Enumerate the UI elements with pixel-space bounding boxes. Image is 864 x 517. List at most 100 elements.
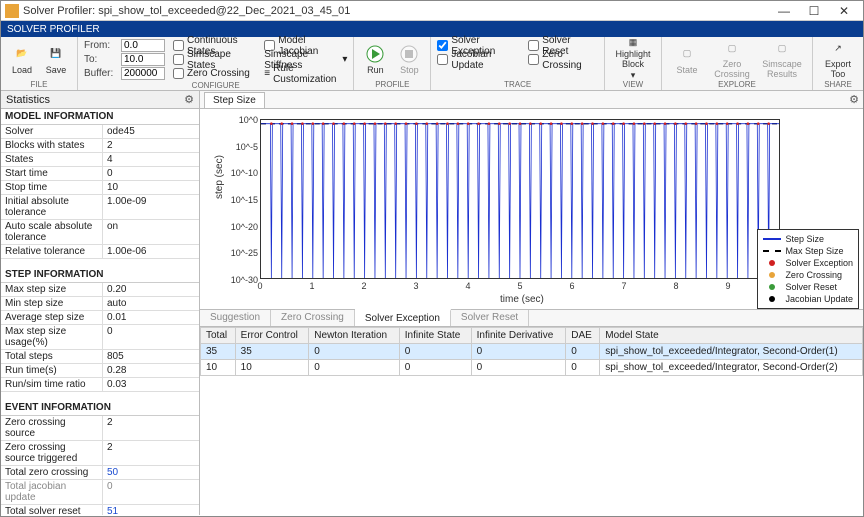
from-input[interactable] bbox=[121, 39, 165, 52]
table-cell: 35 bbox=[235, 344, 309, 360]
tab-step-size[interactable]: Step Size bbox=[204, 92, 265, 108]
continuous-states-checkbox[interactable] bbox=[173, 40, 184, 51]
stat-row[interactable]: Average step size0.01 bbox=[1, 311, 199, 325]
stat-row[interactable]: Total zero crossing50 bbox=[1, 466, 199, 480]
simscape-results-button[interactable]: ▢Simscape Results bbox=[758, 39, 806, 79]
load-button[interactable]: 📂 Load bbox=[7, 39, 37, 79]
ribbon-group-trace: Solver Exception Jacobian Update Solver … bbox=[431, 37, 605, 90]
gear-icon[interactable]: ⚙ bbox=[849, 93, 859, 106]
trace-zero-crossing-checkbox[interactable] bbox=[528, 54, 539, 65]
stat-key: Zero crossing source triggered bbox=[1, 441, 103, 465]
stat-value: 1.00e-06 bbox=[103, 245, 199, 258]
run-button[interactable]: Run bbox=[360, 39, 390, 79]
stat-row[interactable]: Blocks with states2 bbox=[1, 139, 199, 153]
table-header[interactable]: Newton Iteration bbox=[309, 328, 399, 344]
chart-xtick: 9 bbox=[718, 281, 738, 291]
trace-zero-crossing-label: Zero Crossing bbox=[542, 49, 598, 71]
stat-row[interactable]: Zero crossing source triggered2 bbox=[1, 441, 199, 466]
stop-button[interactable]: Stop bbox=[394, 39, 424, 79]
table-header[interactable]: Model State bbox=[600, 328, 863, 344]
minimize-button[interactable]: — bbox=[769, 2, 799, 20]
table-cell: 0 bbox=[309, 360, 399, 376]
stat-key: Stop time bbox=[1, 181, 103, 194]
stat-row[interactable]: Min step sizeauto bbox=[1, 297, 199, 311]
stat-row[interactable]: States4 bbox=[1, 153, 199, 167]
stat-value[interactable]: 50 bbox=[103, 466, 199, 479]
trace-solver-exception-checkbox[interactable] bbox=[437, 40, 448, 51]
table-row[interactable]: 35350000spi_show_tol_exceeded/Integrator… bbox=[201, 344, 863, 360]
highlight-block-button[interactable]: ▦ Highlight Block ▾ bbox=[611, 39, 655, 79]
statistics-body[interactable]: MODEL INFORMATIONSolverode45Blocks with … bbox=[1, 109, 199, 515]
zero-crossing-explore-button[interactable]: ▢Zero Crossing bbox=[710, 39, 754, 79]
export-icon: ↗ bbox=[828, 39, 848, 58]
stat-row[interactable]: Run/sim time ratio0.03 bbox=[1, 378, 199, 392]
to-input[interactable] bbox=[121, 53, 165, 66]
ribbon-group-configure: From: To: Buffer: Continuous States Sims… bbox=[78, 37, 354, 90]
exception-tab[interactable]: Suggestion bbox=[200, 310, 271, 326]
right-pane: Step Size ⚙ step (sec) time (sec) 10^010… bbox=[200, 91, 863, 515]
exception-tab[interactable]: Solver Reset bbox=[451, 310, 529, 326]
state-button[interactable]: ▢State bbox=[668, 39, 706, 79]
group-label-trace: TRACE bbox=[437, 80, 598, 89]
stat-row[interactable]: Initial absolute tolerance1.00e-09 bbox=[1, 195, 199, 220]
table-header[interactable]: DAE bbox=[566, 328, 600, 344]
stat-row[interactable]: Total solver reset51 bbox=[1, 505, 199, 515]
stat-row[interactable]: Relative tolerance1.00e-06 bbox=[1, 245, 199, 259]
stat-key: Max step size usage(%) bbox=[1, 325, 103, 349]
exception-tab[interactable]: Solver Exception bbox=[355, 309, 451, 326]
ribbon-group-profile: Run Stop PROFILE bbox=[354, 37, 431, 90]
simscape-states-checkbox[interactable] bbox=[173, 54, 184, 65]
zero-crossing-label: Zero Crossing bbox=[187, 68, 250, 79]
buffer-input[interactable] bbox=[121, 67, 165, 80]
table-row[interactable]: 10100000spi_show_tol_exceeded/Integrator… bbox=[201, 360, 863, 376]
highlight-icon: ▦ bbox=[623, 37, 643, 48]
main-area: Statistics ⚙ MODEL INFORMATIONSolverode4… bbox=[1, 91, 863, 515]
ribbon-tab[interactable]: SOLVER PROFILER bbox=[7, 24, 100, 35]
trace-solver-reset-checkbox[interactable] bbox=[528, 40, 539, 51]
stat-row[interactable]: Total jacobian update0 bbox=[1, 480, 199, 505]
stat-key: Start time bbox=[1, 167, 103, 180]
group-label-file: FILE bbox=[7, 80, 71, 89]
rule-customization-icon: ≡ bbox=[264, 68, 270, 79]
stat-row[interactable]: Auto scale absolute toleranceon bbox=[1, 220, 199, 245]
stat-row[interactable]: Max step size0.20 bbox=[1, 283, 199, 297]
exception-table[interactable]: TotalError ControlNewton IterationInfini… bbox=[200, 327, 863, 376]
save-button[interactable]: 💾 Save bbox=[41, 39, 71, 79]
highlight-label: Highlight Block bbox=[611, 49, 655, 69]
table-header[interactable]: Total bbox=[201, 328, 236, 344]
stat-row[interactable]: Total steps805 bbox=[1, 350, 199, 364]
chart-xtick: 6 bbox=[562, 281, 582, 291]
stop-icon bbox=[399, 44, 419, 64]
stat-value: ode45 bbox=[103, 125, 199, 138]
stat-value: 2 bbox=[103, 416, 199, 440]
gear-icon[interactable]: ⚙ bbox=[184, 93, 194, 106]
stat-row[interactable]: Zero crossing source2 bbox=[1, 416, 199, 441]
table-cell: 0 bbox=[471, 360, 566, 376]
table-header[interactable]: Infinite State bbox=[399, 328, 471, 344]
load-label: Load bbox=[12, 65, 32, 75]
stat-row[interactable]: Solverode45 bbox=[1, 125, 199, 139]
ribbon-group-view: ▦ Highlight Block ▾ VIEW bbox=[605, 37, 662, 90]
stat-value: 1.00e-09 bbox=[103, 195, 199, 219]
stat-row[interactable]: Start time0 bbox=[1, 167, 199, 181]
zero-crossing-icon: ▢ bbox=[722, 39, 742, 58]
stat-row[interactable]: Stop time10 bbox=[1, 181, 199, 195]
exception-tab[interactable]: Zero Crossing bbox=[271, 310, 355, 326]
stat-row[interactable]: Run time(s)0.28 bbox=[1, 364, 199, 378]
state-label: State bbox=[676, 65, 697, 75]
chart-area[interactable]: step (sec) time (sec) 10^010^-510^-1010^… bbox=[200, 109, 863, 309]
stat-row[interactable]: Max step size usage(%)0 bbox=[1, 325, 199, 350]
table-cell: 0 bbox=[566, 344, 600, 360]
zero-crossing-checkbox[interactable] bbox=[173, 68, 184, 79]
stat-value[interactable]: 51 bbox=[103, 505, 199, 515]
trace-jacobian-update-checkbox[interactable] bbox=[437, 54, 448, 65]
table-cell: spi_show_tol_exceeded/Integrator, Second… bbox=[600, 344, 863, 360]
chart-plot[interactable] bbox=[260, 119, 780, 279]
table-header[interactable]: Error Control bbox=[235, 328, 309, 344]
export-button[interactable]: ↗ Export Too bbox=[819, 39, 857, 79]
maximize-button[interactable]: ☐ bbox=[799, 2, 829, 20]
close-button[interactable]: ✕ bbox=[829, 2, 859, 20]
statistics-pane: Statistics ⚙ MODEL INFORMATIONSolverode4… bbox=[1, 91, 200, 515]
stat-key: States bbox=[1, 153, 103, 166]
table-header[interactable]: Infinite Derivative bbox=[471, 328, 566, 344]
